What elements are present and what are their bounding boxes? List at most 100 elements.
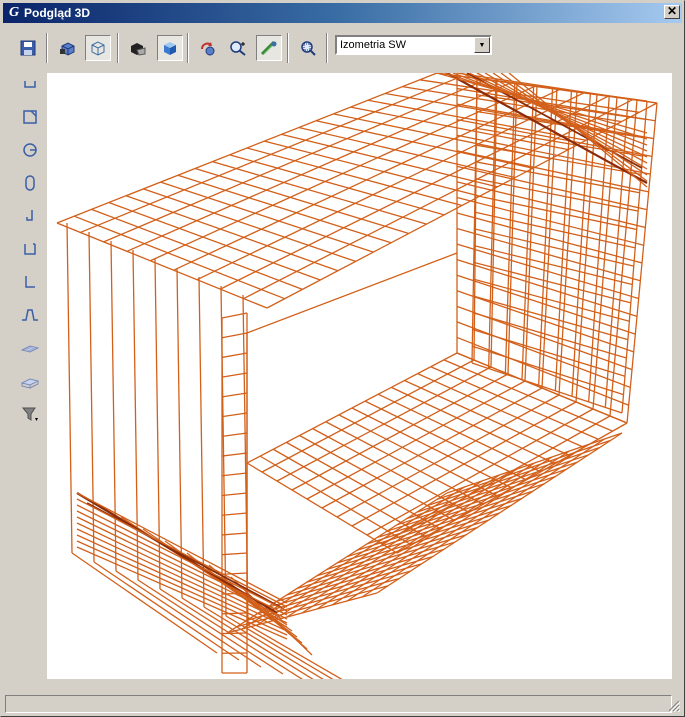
shape-j-icon [26,210,33,221]
rebar-segment [212,161,427,225]
rebar-segment [346,444,588,602]
main-toolbar: Izometria SW ▼ [3,27,682,67]
rotate-view-button[interactable] [195,35,221,61]
rebar-segment [261,359,475,473]
view-open-icon [60,42,75,56]
rebar-segment [456,259,638,317]
wireframe-cube-icon [91,41,105,56]
chevron-down-icon[interactable]: ▼ [474,37,490,53]
shape-square-icon [23,110,37,124]
rebar-segment [221,432,248,437]
filter-button[interactable] [17,401,43,427]
rebar-segment [474,228,634,267]
rebar-segment [221,412,248,418]
shaded-view-button[interactable] [157,35,183,61]
rebar-segment [474,211,636,249]
rebar-segment [80,75,462,234]
close-button[interactable]: ✕ [664,5,680,19]
rebar-segment [246,352,458,464]
rebar-segment [473,278,630,322]
rebar-segment [246,147,463,207]
rebar-segment [76,510,288,616]
rebar-segment [221,452,248,457]
rebar-segment [71,552,218,654]
view-open-button[interactable] [55,35,81,61]
rebar-segment [194,167,410,235]
zoom-extents-button[interactable] [295,35,321,61]
filter-icon [21,407,38,421]
shape-l-icon [25,276,35,288]
rebar-segment [221,532,248,536]
rebar-segment [276,366,492,482]
rebar-segment [221,552,248,556]
rebar-segment [221,352,248,359]
shape-oval-icon [25,175,35,191]
mesh-flat-icon [21,345,39,353]
pan-hand-icon [260,40,277,56]
rebar-segment [176,267,183,599]
rebar-cage-model [56,73,658,679]
render-mode-icon [131,43,146,56]
rebar-segment [76,534,288,632]
shape-wave-button[interactable] [17,302,43,328]
window-title: Podgląd 3D [24,6,91,20]
shape-open-square-button[interactable] [17,236,43,262]
rebar-segment [126,82,511,252]
3d-viewport[interactable] [47,73,672,679]
rebar-segment [221,632,248,635]
shaded-cube-icon [164,42,176,55]
save-icon [20,40,36,56]
rebar-segment [221,492,248,497]
rebar-segment [221,372,248,378]
save-button[interactable] [15,35,41,61]
rebar-segment [56,73,438,224]
rotate-view-icon [201,42,215,56]
rebar-segment [103,79,487,243]
view-preset-value: Izometria SW [340,39,407,51]
rebar-segment [473,245,633,286]
rebar-segment [456,243,639,300]
shape-circle-icon [23,143,37,157]
rebar-segment [66,222,73,554]
rebar-segment [177,174,392,244]
zoom-in-out-icon [230,41,246,56]
shape-oval-button[interactable] [17,170,43,196]
rebar-segment [456,290,634,353]
pan-button[interactable] [256,35,282,61]
resize-grip-icon[interactable] [668,700,680,712]
rebar-segment [456,165,648,211]
rebar-segment [472,295,629,341]
rebar-segment [229,154,445,216]
wireframe-view-button[interactable] [85,35,111,61]
rebar-segment [256,480,483,626]
zoom-button[interactable] [225,35,251,61]
rebar-segment [604,98,629,408]
rebar-segment [331,450,570,606]
rebar-segment [125,195,339,272]
mesh-flat-button[interactable] [17,335,43,361]
shape-toolbar [13,71,45,431]
status-bar [5,695,672,713]
shape-wave-icon [22,309,38,321]
rebar-segment [456,321,631,389]
render-mode-button[interactable] [125,35,151,61]
rebar-segment [472,312,627,359]
rebar-segment [221,512,248,516]
rebar-segment [221,392,248,398]
shape-square-button[interactable] [17,104,43,130]
shape-circle-button[interactable] [17,137,43,163]
shape-l-button[interactable] [17,269,43,295]
shape-j-button[interactable] [17,203,43,229]
view-preset-select[interactable]: Izometria SW ▼ [335,35,492,55]
mesh-3d-button[interactable] [17,368,43,394]
title-bar[interactable]: G Podgląd 3D ✕ [3,3,682,23]
rebar-segment [621,100,648,414]
shape-u-icon [24,81,36,88]
rebar-segment [473,261,631,304]
rebar-segment [271,474,500,622]
rebar-segment [108,201,321,281]
shape-u-button[interactable] [17,71,43,97]
close-icon: ✕ [666,4,678,18]
rebar-segment [221,472,248,477]
rebar-segment [376,432,623,594]
